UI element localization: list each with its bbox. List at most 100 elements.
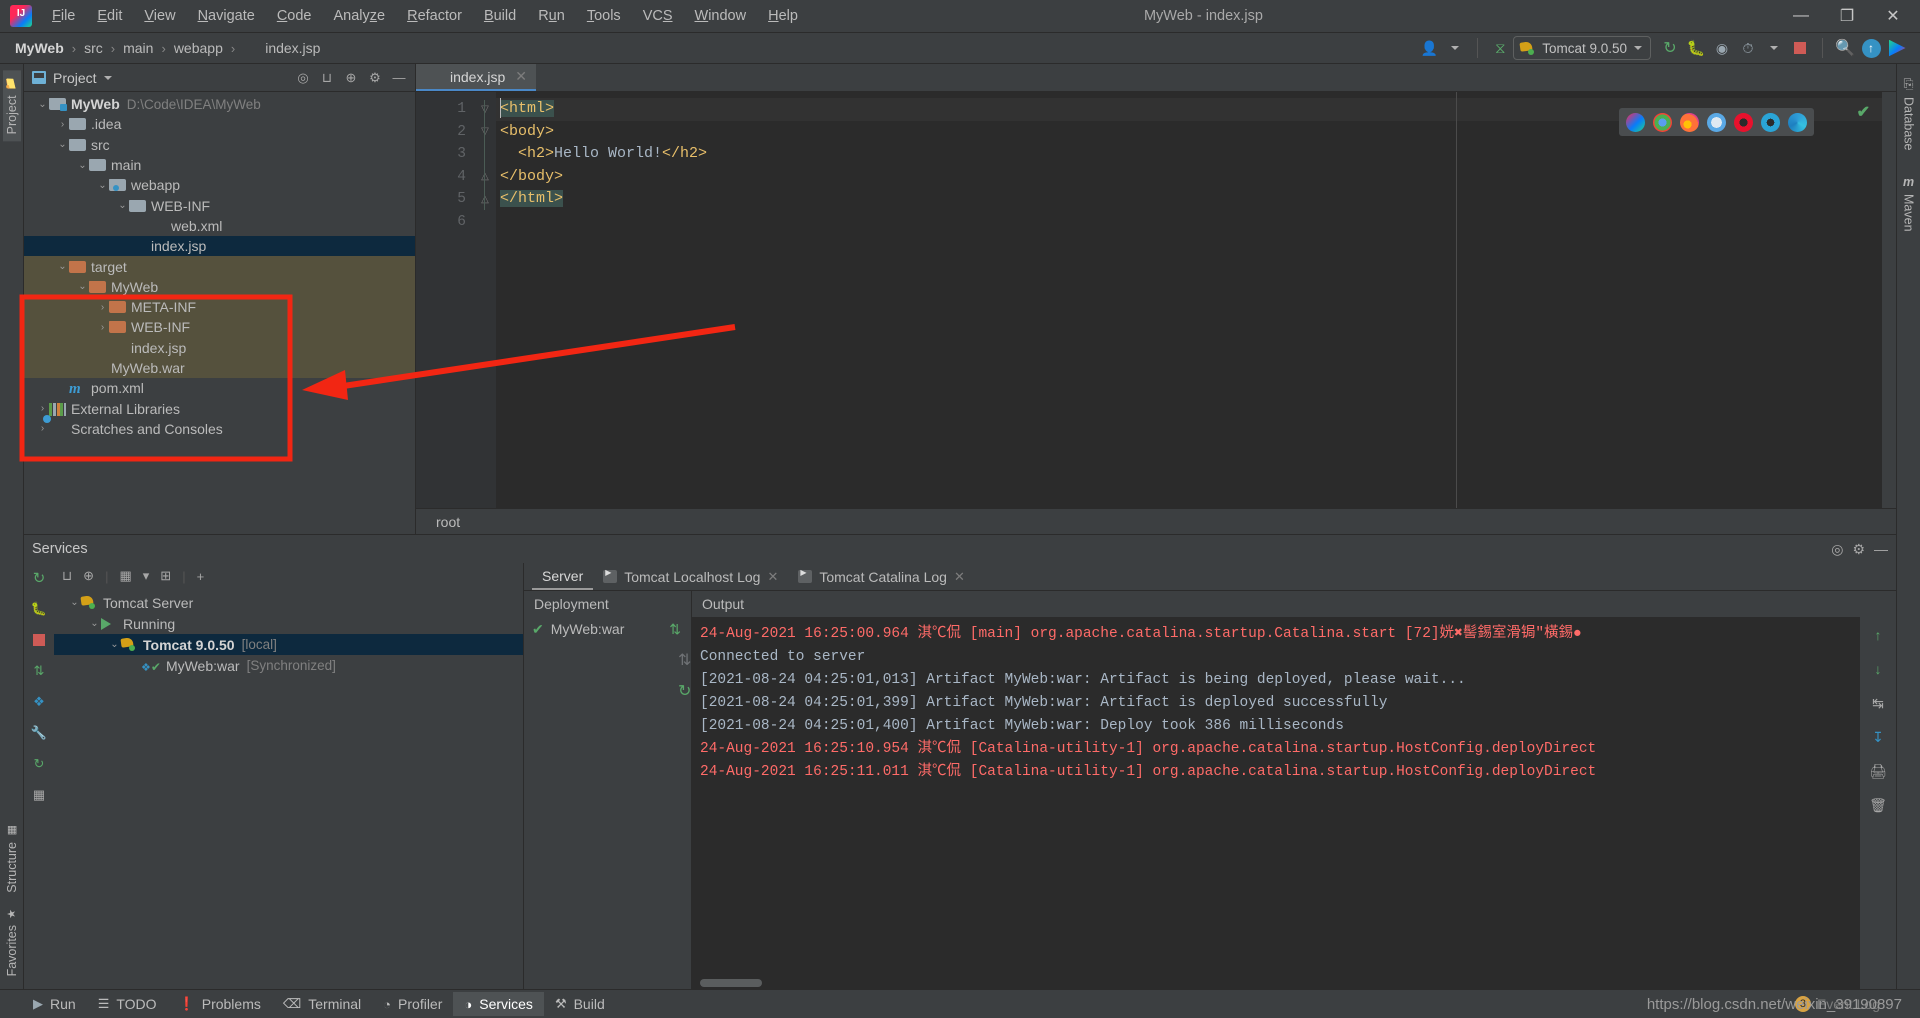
intellij-browser-icon[interactable] (1626, 112, 1645, 132)
settings-gear-icon[interactable]: ⚙ (1852, 541, 1865, 558)
fold-marker[interactable] (474, 143, 496, 166)
code-content[interactable]: <html> <body> <h2>Hello World!</h2> </body… (496, 92, 1882, 508)
edge-browser-icon[interactable] (1788, 112, 1807, 132)
services-node-myweb-war[interactable]: ❖✔ MyWeb:war [Synchronized] (54, 655, 523, 676)
status-button-terminal[interactable]: ⌫ Terminal (272, 992, 372, 1016)
rerun-icon[interactable]: ↻ (1657, 36, 1683, 60)
chevron-down-icon[interactable] (1442, 36, 1468, 60)
close-button[interactable]: ✕ (1870, 0, 1916, 32)
add-frame-icon[interactable]: ⊞ (160, 568, 171, 584)
redeploy-icon[interactable]: ↻ (678, 681, 691, 701)
chevron-down-icon[interactable]: ⌄ (88, 618, 101, 629)
deploy-arrows-icon[interactable]: ⇅ (669, 621, 681, 638)
build-hammer-icon[interactable]: ⧖ (1487, 36, 1513, 60)
tree-node-index-jsp[interactable]: index.jsp (24, 337, 415, 358)
tree-node-pom-xml[interactable]: m pom.xml (24, 378, 415, 398)
browser-popup[interactable] (1619, 108, 1814, 136)
inspection-ok-icon[interactable]: ✔ (1857, 102, 1870, 122)
chevron-down-icon[interactable]: ⌄ (56, 261, 69, 272)
rail-tab-structure[interactable]: Structure ▦ (3, 817, 21, 900)
menu-item-file[interactable]: File (41, 4, 86, 28)
menu-item-refactor[interactable]: Refactor (396, 4, 473, 28)
editor-tab-index-jsp[interactable]: index.jsp ✕ (416, 64, 536, 91)
breadcrumb-item-MyWeb[interactable]: MyWeb (12, 38, 67, 58)
run-configuration-selector[interactable]: Tomcat 9.0.50 (1513, 36, 1651, 60)
chevron-down-icon[interactable]: ⌄ (108, 639, 121, 650)
close-icon[interactable]: ✕ (515, 68, 527, 85)
close-icon[interactable]: ✕ (767, 569, 778, 585)
chevron-right-icon[interactable]: › (96, 302, 109, 313)
chevron-right-icon[interactable]: › (36, 403, 49, 414)
menu-item-code[interactable]: Code (266, 4, 323, 28)
hide-icon[interactable]: — (389, 68, 409, 88)
chevron-down-icon[interactable] (1761, 36, 1787, 60)
tree-node-web-inf[interactable]: ⌄ WEB-INF (24, 195, 415, 215)
scroll-to-end-icon[interactable]: ↧ (1868, 727, 1888, 747)
tree-node-external-libraries[interactable]: › External Libraries (24, 398, 415, 418)
coverage-icon[interactable]: ◉ (1709, 36, 1735, 60)
rail-tab-favorites[interactable]: Favorites ★ (3, 900, 21, 983)
tree-node-main[interactable]: ⌄ main (24, 155, 415, 175)
status-button-run[interactable]: ▶ Run (22, 992, 87, 1016)
hide-icon[interactable]: — (1874, 541, 1888, 557)
chevron-right-icon[interactable]: › (96, 322, 109, 333)
status-button-build[interactable]: ⚒ Build (544, 992, 616, 1016)
rail-tab-project[interactable]: Project 📁 (2, 70, 21, 142)
print-icon[interactable]: 🖨 (1868, 761, 1888, 781)
chrome-browser-icon[interactable] (1653, 112, 1672, 132)
fold-gutter[interactable]: ▽▽ △△ (474, 92, 496, 508)
debug-icon[interactable]: 🐛 (30, 600, 48, 618)
rail-tab-database[interactable]: ⎘ Database (1900, 70, 1918, 158)
chevron-right-icon[interactable]: › (56, 119, 69, 130)
update-project-icon[interactable]: ↑ (1858, 36, 1884, 60)
scroll-down-icon[interactable]: ↓ (1868, 659, 1888, 679)
plugins-icon[interactable] (1884, 36, 1910, 60)
menu-item-view[interactable]: View (133, 4, 186, 28)
fold-marker[interactable]: △ (474, 188, 496, 211)
search-icon[interactable]: 🔍 (1832, 36, 1858, 60)
chevron-down-icon[interactable]: ⌄ (56, 139, 69, 150)
services-tree[interactable]: ⌄ Tomcat Server ⌄ Running ⌄ Tomcat 9.0.50 [loc… (54, 589, 523, 989)
editor-scrollbar[interactable] (1882, 92, 1896, 508)
breadcrumb-item-main[interactable]: main (120, 38, 156, 58)
status-button-problems[interactable]: ❗ Problems (168, 992, 272, 1016)
soft-wrap-icon[interactable]: ↹ (1868, 693, 1888, 713)
close-icon[interactable]: ✕ (954, 569, 965, 585)
grid-icon[interactable]: ▦ (30, 786, 48, 804)
tree-node-myweb[interactable]: ⌄ MyWeb (24, 276, 415, 297)
menu-item-tools[interactable]: Tools (576, 4, 632, 28)
collapse-all-icon[interactable]: ⊕ (341, 68, 361, 88)
services-node-tomcat-server[interactable]: ⌄ Tomcat Server (54, 592, 523, 613)
user-icon[interactable]: 👤 (1416, 36, 1442, 60)
debug-bug-icon[interactable]: 🐛 (1683, 36, 1709, 60)
chevron-down-icon[interactable]: ⌄ (76, 160, 89, 171)
clear-all-icon[interactable]: 🗑 (1868, 795, 1888, 815)
stop-icon[interactable] (30, 631, 48, 649)
filter-icon[interactable]: ▾ (143, 568, 150, 584)
menu-item-run[interactable]: Run (527, 4, 576, 28)
scroll-up-icon[interactable]: ↑ (1868, 625, 1888, 645)
artifacts-icon[interactable]: ❖ (30, 693, 48, 711)
fold-marker[interactable] (474, 211, 496, 234)
chevron-down-icon[interactable]: ⌄ (116, 200, 129, 211)
breadcrumb[interactable]: MyWeb › src › main › webapp › index.jsp (12, 38, 323, 58)
project-tree[interactable]: ⌄ MyWeb D:\Code\IDEA\MyWeb › .idea ⌄ src ⌄ main ⌄… (24, 92, 415, 534)
chevron-down-icon[interactable]: ⌄ (68, 597, 81, 608)
refresh-icon[interactable]: ↻ (30, 755, 48, 773)
group-icon[interactable]: ▦ (119, 568, 131, 584)
status-button-services[interactable]: ◑ Services (453, 992, 544, 1016)
breadcrumb-item-src[interactable]: src (81, 38, 106, 58)
tree-node-web-inf[interactable]: › WEB-INF (24, 317, 415, 338)
expand-all-icon[interactable]: ⊔ (62, 568, 72, 584)
tree-node-myweb-war[interactable]: MyWeb.war (24, 357, 415, 379)
services-tab-bar[interactable]: ServerTomcat Localhost Log✕Tomcat Catali… (524, 563, 1896, 591)
chevron-down-icon[interactable]: ⌄ (96, 180, 109, 191)
expand-all-icon[interactable]: ⊔ (317, 68, 337, 88)
chevron-right-icon[interactable]: › (36, 423, 49, 434)
firefox-browser-icon[interactable] (1680, 112, 1699, 132)
menu-item-edit[interactable]: Edit (86, 4, 133, 28)
settings-gear-icon[interactable]: ⚙ (365, 68, 385, 88)
tree-node-index-jsp[interactable]: index.jsp (24, 236, 415, 257)
safari-browser-icon[interactable] (1707, 112, 1726, 132)
status-button-todo[interactable]: ☰ TODO (87, 992, 168, 1016)
